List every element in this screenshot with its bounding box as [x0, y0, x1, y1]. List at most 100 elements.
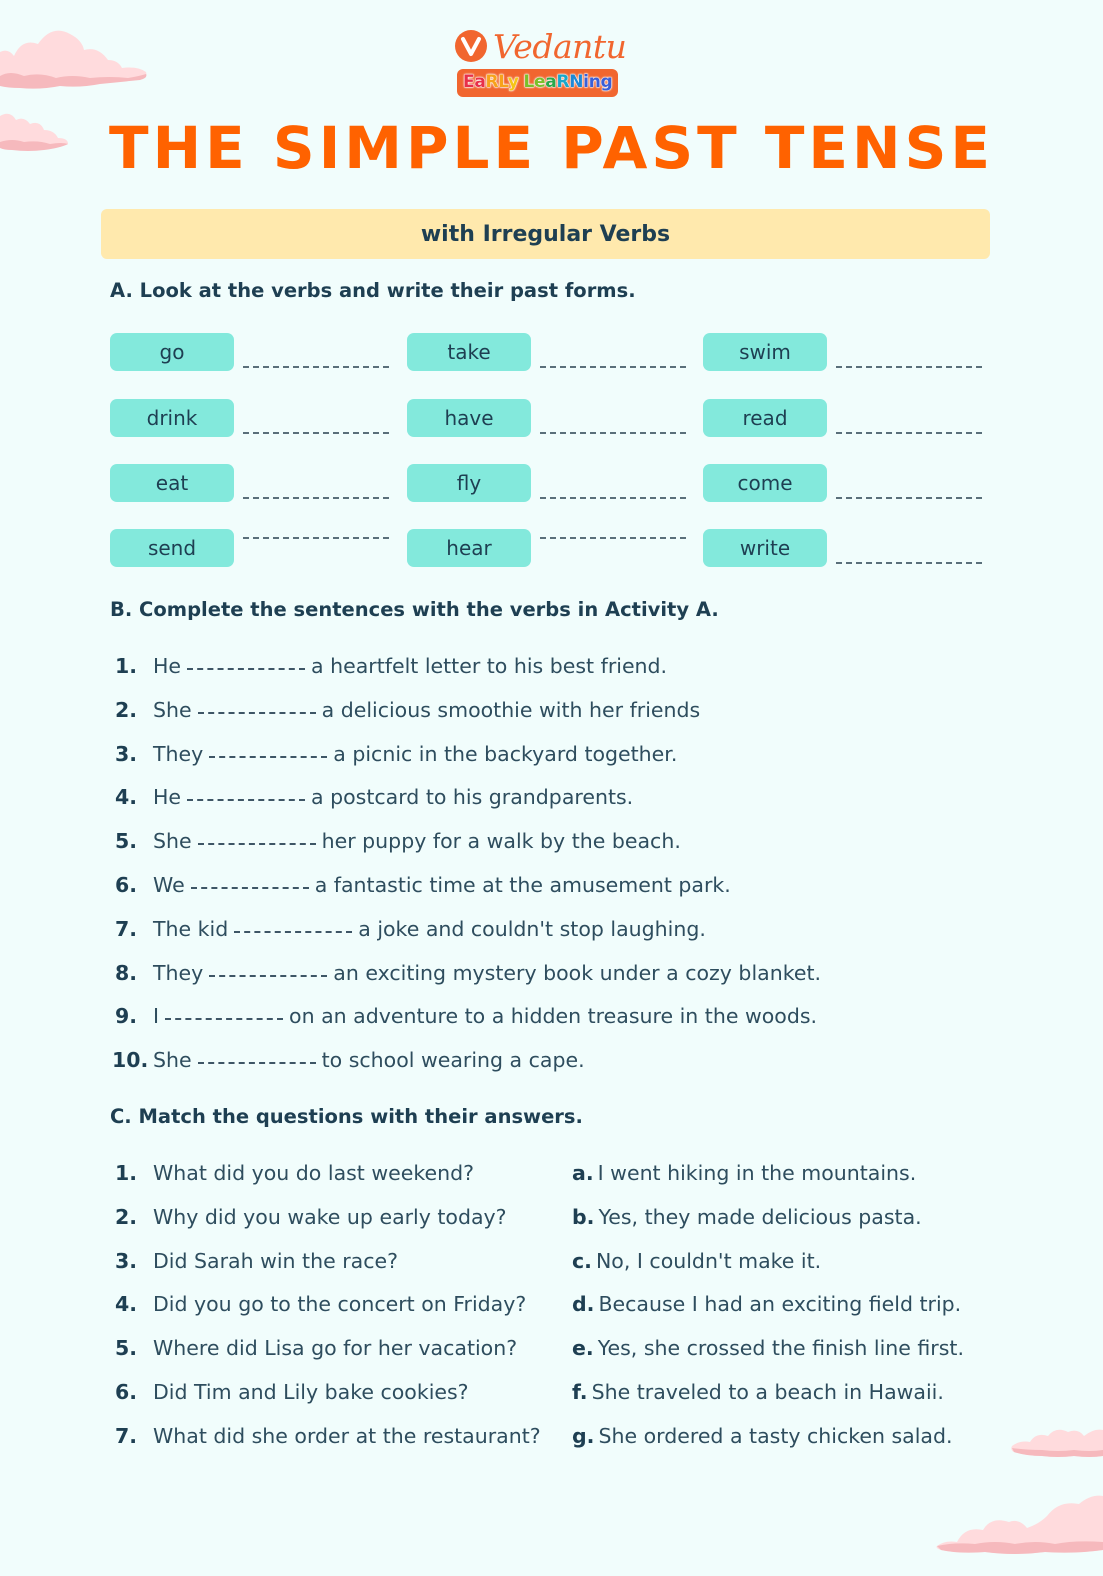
- verb-item: go: [110, 333, 390, 371]
- answer-blank[interactable]: [836, 366, 982, 368]
- sentence-rest: a fantastic time at the amusement park.: [314, 873, 731, 897]
- sentence-item: 6. We a fantastic time at the amusement pa…: [115, 873, 731, 897]
- verb-chip: take: [407, 333, 531, 371]
- item-number: 2.: [115, 697, 138, 722]
- answer-item[interactable]: f. She traveled to a beach in Hawaii.: [572, 1380, 944, 1404]
- fill-in-blank[interactable]: [209, 974, 328, 977]
- fill-in-blank[interactable]: [197, 711, 316, 714]
- answer-letter: d.: [572, 1292, 595, 1317]
- fill-in-blank[interactable]: [190, 887, 309, 889]
- question-number: 6.: [115, 1380, 138, 1404]
- fill-in-blank[interactable]: [187, 799, 306, 802]
- verb-item: send: [110, 529, 390, 567]
- question-text: What did you do last weekend?: [153, 1161, 474, 1185]
- answer-item[interactable]: e. Yes, she crossed the finish line first…: [572, 1336, 964, 1360]
- answer-item[interactable]: b. Yes, they made delicious pasta.: [572, 1205, 922, 1229]
- sentence-item: 2. She a delicious smoothie with her frien…: [115, 698, 700, 722]
- question-item[interactable]: 4. Did you go to the concert on Friday?: [115, 1292, 526, 1316]
- answer-blank[interactable]: [243, 497, 389, 499]
- sentence-rest: a picnic in the backyard together.: [333, 741, 678, 766]
- fill-in-blank[interactable]: [197, 843, 316, 846]
- sentence-subject: They: [153, 960, 204, 985]
- answer-letter: e.: [572, 1336, 594, 1361]
- section-b-heading: B. Complete the sentences with the verbs…: [110, 598, 719, 621]
- verb-item: write: [703, 529, 983, 567]
- question-number: 5.: [115, 1336, 138, 1361]
- answer-blank[interactable]: [836, 497, 982, 499]
- answer-blank[interactable]: [540, 537, 686, 539]
- answer-blank[interactable]: [243, 366, 389, 368]
- fill-in-blank[interactable]: [165, 1018, 284, 1021]
- answer-blank[interactable]: [836, 562, 982, 564]
- answer-blank[interactable]: [540, 431, 686, 434]
- item-number: 10.: [112, 1048, 149, 1073]
- question-item[interactable]: 3. Did Sarah win the race?: [115, 1249, 398, 1273]
- sentence-rest: an exciting mystery book under a cozy bl…: [333, 960, 822, 985]
- sentence-rest: a heartfelt letter to his best friend.: [311, 654, 668, 678]
- answer-blank[interactable]: [540, 366, 686, 368]
- section-a-heading: A. Look at the verbs and write their pas…: [110, 279, 636, 302]
- question-item[interactable]: 1. What did you do last weekend?: [115, 1161, 474, 1185]
- fill-in-blank[interactable]: [187, 668, 306, 670]
- verb-item: eat: [110, 464, 390, 502]
- item-number: 6.: [115, 873, 138, 897]
- item-number: 1.: [115, 654, 138, 678]
- answer-text: Because I had an exciting field trip.: [598, 1292, 962, 1317]
- verb-item: come: [703, 464, 983, 502]
- question-item[interactable]: 7. What did she order at the restaurant?: [115, 1424, 541, 1448]
- badge-letter: R: [485, 72, 499, 93]
- fill-in-blank[interactable]: [234, 930, 353, 933]
- badge-letter: L: [523, 72, 535, 93]
- section-c-heading: C. Match the questions with their answer…: [110, 1105, 583, 1128]
- fill-in-blank[interactable]: [197, 1062, 316, 1065]
- answer-text: I went hiking in the mountains.: [597, 1161, 917, 1185]
- answer-text: No, I couldn't make it.: [595, 1248, 822, 1273]
- question-number: 2.: [115, 1204, 138, 1229]
- verb-chip: write: [703, 529, 827, 567]
- question-item[interactable]: 6. Did Tim and Lily bake cookies?: [115, 1380, 469, 1404]
- question-text: Where did Lisa go for her vacation?: [153, 1336, 518, 1361]
- subtitle-text: with Irregular Verbs: [420, 221, 671, 247]
- question-item[interactable]: 5. Where did Lisa go for her vacation?: [115, 1336, 517, 1360]
- answer-blank[interactable]: [540, 497, 686, 499]
- question-item[interactable]: 2. Why did you wake up early today?: [115, 1205, 507, 1229]
- answer-blank[interactable]: [836, 431, 982, 434]
- cloud-decoration-top-left: [0, 30, 147, 89]
- answer-item[interactable]: a. I went hiking in the mountains.: [572, 1161, 916, 1185]
- sentence-item: 5. She her puppy for a walk by the beach.: [115, 829, 681, 853]
- answer-text: Yes, they made delicious pasta.: [598, 1204, 922, 1229]
- badge-letter: e: [534, 72, 546, 93]
- answer-blank[interactable]: [243, 431, 389, 434]
- badge-letter: N: [569, 72, 584, 93]
- answer-item[interactable]: g. She ordered a tasty chicken salad.: [572, 1424, 953, 1448]
- sentence-item: 9. Ion an adventure to a hidden treasure …: [115, 1004, 817, 1028]
- item-number: 4.: [115, 785, 138, 810]
- item-number: 7.: [115, 916, 138, 941]
- sentence-rest: on an adventure to a hidden treasure in …: [289, 1004, 818, 1029]
- question-text: Why did you wake up early today?: [153, 1204, 507, 1229]
- sentence-subject: I: [153, 1004, 160, 1029]
- vedantu-logo: Vedantu EaRLy LeaRNing: [455, 26, 627, 106]
- answer-item[interactable]: c. No, I couldn't make it.: [572, 1249, 821, 1273]
- sentence-subject: They: [153, 741, 204, 766]
- sentence-item: 4. He a postcard to his grandparents.: [115, 785, 633, 809]
- sentence-subject: She: [153, 697, 192, 722]
- answer-letter: b.: [572, 1204, 595, 1229]
- question-number: 3.: [115, 1248, 138, 1273]
- fill-in-blank[interactable]: [209, 755, 328, 758]
- sentence-rest: a delicious smoothie with her friends: [321, 697, 701, 722]
- answer-item[interactable]: d. Because I had an exciting field trip.: [572, 1292, 961, 1316]
- sentence-subject: She: [153, 829, 192, 854]
- badge-letter: g: [600, 72, 613, 93]
- verb-chip: hear: [407, 529, 531, 567]
- sentence-subject: The kid: [153, 916, 229, 941]
- sentence-rest: a postcard to his grandparents.: [311, 785, 634, 810]
- sentence-item: 8. They an exciting mystery book under a c…: [115, 961, 821, 985]
- brand-name: Vedantu: [493, 26, 627, 66]
- answer-blank[interactable]: [243, 537, 389, 539]
- question-number: 4.: [115, 1292, 138, 1317]
- answer-letter: f.: [572, 1380, 588, 1404]
- sentence-subject: He: [153, 654, 182, 678]
- sentence-rest: a joke and couldn't stop laughing.: [358, 916, 706, 941]
- verb-chip: go: [110, 333, 234, 371]
